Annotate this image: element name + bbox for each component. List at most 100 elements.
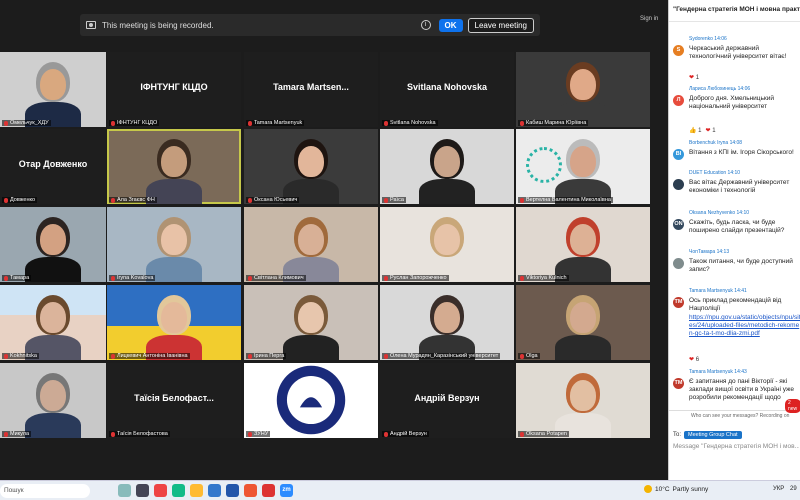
participant-video bbox=[107, 207, 241, 282]
avatar: Л bbox=[673, 95, 684, 106]
torso bbox=[25, 413, 81, 438]
task-view-icon[interactable] bbox=[136, 484, 149, 497]
chat-message[interactable]: Tamara Martsenyuk 14:41 TM Ось приклад рек… bbox=[669, 288, 800, 348]
participant-tile[interactable]: Таїсія Белофаст... Таїсія Белофастова bbox=[107, 363, 241, 438]
clock[interactable]: 29 bbox=[790, 486, 797, 492]
participant-name: Kokhnitska bbox=[10, 353, 37, 359]
participant-tile[interactable]: Olga bbox=[516, 285, 650, 360]
participant-tile[interactable]: Раїса bbox=[380, 129, 514, 204]
message-reactions[interactable]: ❤ 1 bbox=[689, 74, 699, 81]
message-reactions[interactable]: 👍 1 ❤ 1 bbox=[689, 127, 716, 134]
muted-mic-icon bbox=[111, 431, 115, 437]
participant-name: Oksana Potapen bbox=[526, 431, 567, 437]
participant-video bbox=[0, 285, 106, 360]
heart-reaction[interactable]: ❤ 1 bbox=[689, 74, 699, 81]
participant-video bbox=[380, 207, 514, 282]
participant-tile[interactable]: Омельчук_ХДУ bbox=[0, 52, 106, 127]
chat-message[interactable]: ЧопТамара 14:13 Також питання, чи буде до… bbox=[669, 249, 800, 277]
weather-widget[interactable]: 10°C Partly sunny bbox=[644, 485, 708, 493]
face bbox=[570, 69, 596, 100]
participant-name-label: Раїса bbox=[382, 197, 406, 203]
chrome-icon[interactable] bbox=[244, 484, 257, 497]
message-sender: Лариса Любохинець 14:06 bbox=[689, 86, 751, 92]
heart-icon: ❤ bbox=[705, 128, 711, 134]
landscape-icon[interactable] bbox=[118, 484, 131, 497]
chat-message[interactable]: Лариса Любохинець 14:06 Л Доброго дня. Хме… bbox=[669, 86, 800, 122]
participant-tile[interactable]: Тамара bbox=[0, 207, 106, 282]
muted-mic-icon bbox=[384, 120, 388, 126]
participant-tile[interactable]: Андрій Верзун Андрій Верзун bbox=[380, 363, 514, 438]
participant-video bbox=[516, 129, 650, 204]
message-sender: Tamara Martsenyuk 14:41 bbox=[689, 288, 747, 294]
zoom-icon[interactable]: zm bbox=[280, 484, 293, 497]
message-text: Є запитання до пані Вікторії - які закла… bbox=[689, 378, 795, 401]
participant-video bbox=[0, 52, 106, 127]
sun-icon bbox=[644, 485, 652, 493]
chat-message-input[interactable]: Message "Гендерна стратегія МОН і мов... bbox=[673, 443, 799, 450]
participant-name-label: Олена Мурадян_Каразінський університет bbox=[382, 353, 501, 359]
participant-tile[interactable]: Kokhnitska bbox=[0, 285, 106, 360]
participant-tile[interactable]: Отар Довженко Довженко bbox=[0, 129, 106, 204]
participant-tile[interactable]: Оксана Юсьевич bbox=[244, 129, 378, 204]
file-explorer-icon[interactable] bbox=[190, 484, 203, 497]
participant-tile[interactable]: Лицкевич Антоніна Іванівна bbox=[107, 285, 241, 360]
leave-meeting-button[interactable]: Leave meeting bbox=[467, 17, 534, 33]
message-sender: Sydorenko 14:06 bbox=[689, 36, 727, 42]
face bbox=[570, 146, 596, 177]
who-can-see-link[interactable]: Who can see your messages? Recording on bbox=[691, 413, 789, 419]
participant-tile[interactable]: ЗУНУ bbox=[244, 363, 378, 438]
chat-message[interactable]: Borbenchuk Iryna 14:08 BI Вітання з КПІ ім… bbox=[669, 140, 800, 160]
to-label: To: bbox=[673, 432, 682, 438]
participant-tile[interactable]: ІФНТУНГ КЦДО ІФНТУНГ КЦДО bbox=[107, 52, 241, 127]
participant-tile[interactable]: Oksana Potapen bbox=[516, 363, 650, 438]
participant-name-label: Olga bbox=[518, 353, 540, 359]
sign-in-link[interactable]: Sign in bbox=[640, 16, 658, 22]
language-indicator[interactable]: УКР bbox=[773, 486, 784, 492]
store-icon[interactable] bbox=[208, 484, 221, 497]
message-link[interactable]: https://npu.gov.ua/static/objects/npu/si… bbox=[689, 314, 800, 338]
chat-message[interactable]: Oksana Nezhyvenko 14:10 ON Скажіть, будь л… bbox=[669, 210, 800, 238]
heart-count: 6 bbox=[695, 357, 700, 363]
message-sender: Tamara Martsenyuk 14:43 bbox=[689, 369, 747, 375]
like-reaction[interactable]: 👍 1 bbox=[689, 127, 702, 134]
participant-tile[interactable]: Iryna Kovalova bbox=[107, 207, 241, 282]
face bbox=[298, 302, 324, 333]
face bbox=[570, 380, 596, 411]
participant-tile[interactable]: Олена Мурадян_Каразінський університет bbox=[380, 285, 514, 360]
chat-message[interactable]: DUET Education 14:10 Вас вітає Державний … bbox=[669, 170, 800, 198]
copilot-icon[interactable] bbox=[154, 484, 167, 497]
weather-text: Partly sunny bbox=[672, 485, 709, 493]
participant-tile[interactable]: Svitlana Nohovska Svitlana Nohovska bbox=[380, 52, 514, 127]
participant-tile[interactable]: Микула bbox=[0, 363, 106, 438]
recording-text: This meeting is being recorded. bbox=[102, 20, 214, 30]
heart-reaction[interactable]: ❤ 6 bbox=[689, 356, 699, 363]
acrobat-icon[interactable] bbox=[262, 484, 275, 497]
participant-name-large: Таїсія Белофаст... bbox=[134, 393, 214, 403]
info-icon[interactable]: i bbox=[420, 20, 431, 30]
participant-tile[interactable]: Ірина Перга bbox=[244, 285, 378, 360]
message-text: Доброго дня. Хмельницький національний у… bbox=[689, 95, 775, 110]
edge-icon[interactable] bbox=[172, 484, 185, 497]
heart-reaction[interactable]: ❤ 1 bbox=[706, 127, 716, 134]
participant-name: Омельчук_ХДУ bbox=[10, 120, 49, 126]
ok-button[interactable]: OK bbox=[438, 18, 463, 32]
heart-count: 1 bbox=[712, 128, 716, 134]
muted-mic-icon bbox=[384, 275, 388, 281]
word-icon[interactable] bbox=[226, 484, 239, 497]
participant-tile[interactable]: Руслан Запорожченко bbox=[380, 207, 514, 282]
participant-name: Андрій Верзун bbox=[390, 431, 427, 437]
participant-tile[interactable]: Вертелна Валентина Миколаївна bbox=[516, 129, 650, 204]
participant-tile[interactable]: Tamara Martsen... Tamara Martsenyuk bbox=[244, 52, 378, 127]
participant-tile[interactable]: Світлана Климович bbox=[244, 207, 378, 282]
chat-message[interactable]: Tamara Martsenyuk 14:43 TM Є запитання до … bbox=[669, 369, 800, 405]
participant-tile[interactable]: Viktoriya Kulnich bbox=[516, 207, 650, 282]
message-reactions[interactable]: ❤ 6 bbox=[689, 356, 699, 363]
taskbar-search-input[interactable]: Пошук bbox=[0, 483, 90, 498]
recipient-dropdown[interactable]: Meeting Group Chat bbox=[684, 431, 742, 439]
participant-tile[interactable]: Ала Згаєвс ФН bbox=[107, 129, 241, 204]
new-messages-badge[interactable]: 2 new bbox=[785, 399, 800, 413]
participant-tile[interactable]: Кабиш Марина Юріївна bbox=[516, 52, 650, 127]
participant-name-label: Iryna Kovalova bbox=[109, 275, 156, 281]
participant-name: Руслан Запорожченко bbox=[390, 275, 447, 281]
chat-message[interactable]: Sydorenko 14:06 S Черкаський державний тех… bbox=[669, 36, 800, 72]
